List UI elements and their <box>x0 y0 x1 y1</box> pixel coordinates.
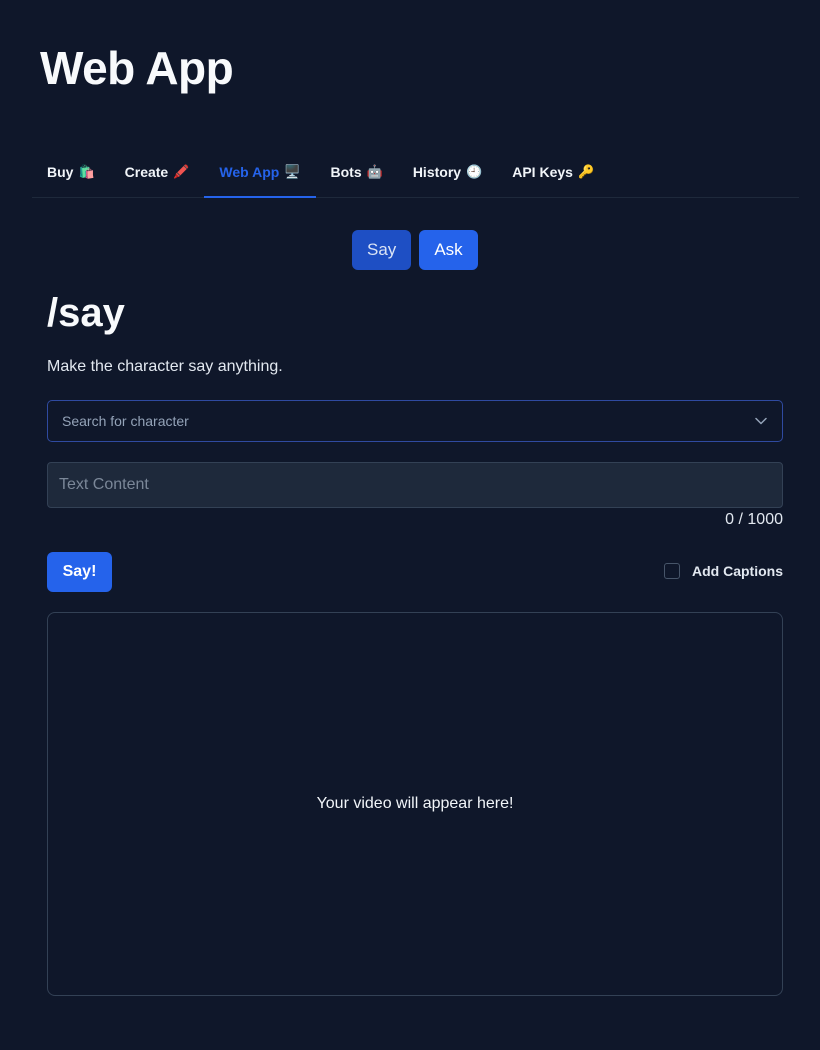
add-captions-toggle[interactable]: Add Captions <box>664 563 783 579</box>
tab-buy[interactable]: Buy 🛍️ <box>32 148 110 198</box>
robot-icon: 🤖 <box>366 164 383 179</box>
key-icon: 🔑 <box>577 164 595 179</box>
shopping-bag-icon: 🛍️ <box>78 164 95 179</box>
character-search-select[interactable]: Search for character <box>47 400 783 442</box>
page-title: Web App <box>40 42 234 94</box>
tab-label: Web App <box>219 164 280 180</box>
chevron-down-icon <box>754 414 768 428</box>
tab-label: API Keys <box>512 164 573 180</box>
ask-mode-button[interactable]: Ask <box>419 230 478 270</box>
video-placeholder-text: Your video will appear here! <box>316 795 514 812</box>
mode-switch: Say Ask <box>352 230 478 270</box>
tab-label: Bots <box>330 164 362 180</box>
say-mode-button[interactable]: Say <box>352 230 411 270</box>
character-counter: 0 / 1000 <box>725 511 783 528</box>
character-search-placeholder: Search for character <box>62 413 189 429</box>
page: Web App Buy 🛍️ Create 🖍️ Web App 🖥️ Bots… <box>0 0 820 1050</box>
text-content-input[interactable] <box>47 462 783 508</box>
video-preview-panel: Your video will appear here! <box>47 612 783 996</box>
tab-label: Create <box>124 164 169 180</box>
clock-icon: 🕘 <box>466 164 483 179</box>
tab-web-app[interactable]: Web App 🖥️ <box>204 148 316 198</box>
command-description: Make the character say anything. <box>47 358 283 375</box>
tab-api-keys[interactable]: API Keys 🔑 <box>497 148 609 198</box>
tab-history[interactable]: History 🕘 <box>398 148 497 198</box>
tab-bots[interactable]: Bots 🤖 <box>316 148 398 198</box>
tab-bar: Buy 🛍️ Create 🖍️ Web App 🖥️ Bots 🤖 Histo… <box>32 148 799 198</box>
say-submit-button[interactable]: Say! <box>47 552 112 592</box>
tab-label: History <box>412 164 462 180</box>
tab-label: Buy <box>47 164 74 180</box>
crayon-icon: 🖍️ <box>173 164 190 179</box>
captions-checkbox[interactable] <box>664 563 680 579</box>
tab-create[interactable]: Create 🖍️ <box>110 148 205 198</box>
captions-label: Add Captions <box>692 563 783 579</box>
command-title: /say <box>47 291 125 335</box>
computer-icon: 🖥️ <box>284 164 301 179</box>
